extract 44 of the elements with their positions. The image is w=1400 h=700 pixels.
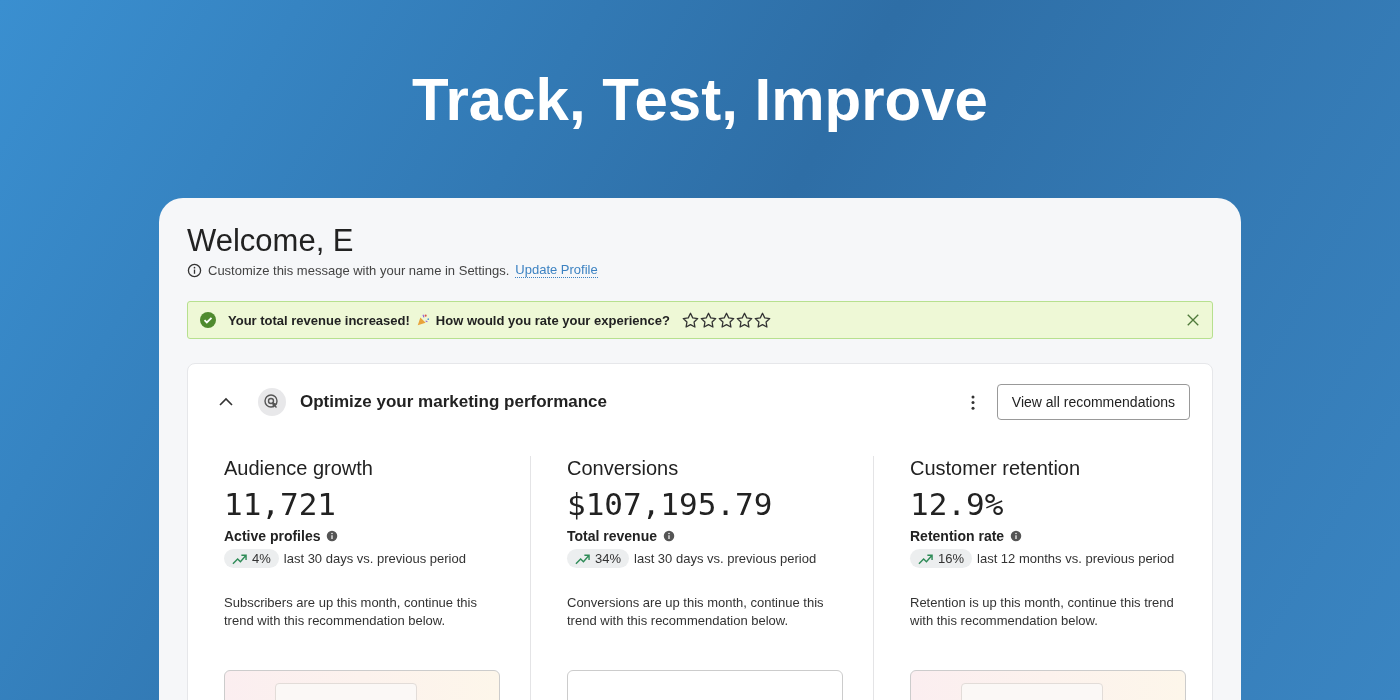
info-icon: [187, 262, 202, 278]
period-text: last 30 days vs. previous period: [634, 551, 817, 566]
rating-question: How would you rate your experience?: [435, 312, 670, 328]
info-icon: [663, 530, 675, 542]
recommendation-note: Retention is up this month, continue this trend with this recommendation below.: [910, 594, 1175, 630]
metric-value: 11,721: [224, 485, 337, 524]
info-icon: [326, 530, 339, 542]
metric-label: Retention rate: [910, 528, 1005, 544]
metric-title: Audience growth: [224, 456, 374, 480]
change-percent: 4%: [252, 551, 271, 566]
headline: Track, Test, Improve: [412, 65, 988, 135]
star-rating[interactable]: [681, 311, 771, 329]
check-circle-icon: [200, 312, 216, 328]
hint-text: Customize this message with your name in Settings.: [208, 262, 510, 278]
period-text: last 12 months vs. previous period: [977, 551, 1175, 566]
metric-title: Customer retention: [910, 456, 1082, 480]
change-percent: 16%: [938, 551, 965, 566]
trend-up-icon: [575, 552, 590, 565]
metric-title: Conversions: [567, 456, 680, 480]
period-text: last 30 days vs. previous period: [283, 551, 466, 566]
view-all-recommendations-button[interactable]: View all recommendations: [996, 384, 1190, 420]
welcome-title: Welcome, E: [187, 222, 355, 260]
trend-up-icon: [232, 552, 247, 565]
star-icon[interactable]: [681, 311, 699, 329]
banner-message: Your total revenue increased!: [228, 312, 410, 328]
star-icon[interactable]: [717, 311, 735, 329]
metric-label: Total revenue: [567, 528, 657, 544]
recommendation-note: Conversions are up this month, continue this trend with this recommendation below.: [567, 594, 825, 630]
star-icon[interactable]: [699, 311, 717, 329]
recommendation-note: Subscribers are up this month, continue this trend with this recommendation below.: [224, 594, 478, 630]
star-icon[interactable]: [735, 311, 753, 329]
card-title: Optimize your marketing performance: [300, 392, 608, 412]
more-options-icon[interactable]: [970, 394, 975, 410]
metric-label: Active profiles: [224, 528, 321, 544]
metric-value: $107,195.79: [567, 485, 774, 524]
star-icon[interactable]: [753, 311, 771, 329]
target-cursor-icon: [258, 388, 286, 416]
trend-up-icon: [918, 552, 933, 565]
close-icon[interactable]: [1186, 313, 1200, 327]
metric-value: 12.9%: [910, 485, 1005, 524]
party-popper-icon: [415, 313, 430, 327]
update-profile-link[interactable]: Update Profile: [515, 262, 598, 278]
info-icon: [1010, 530, 1023, 542]
change-percent: 34%: [595, 551, 622, 566]
